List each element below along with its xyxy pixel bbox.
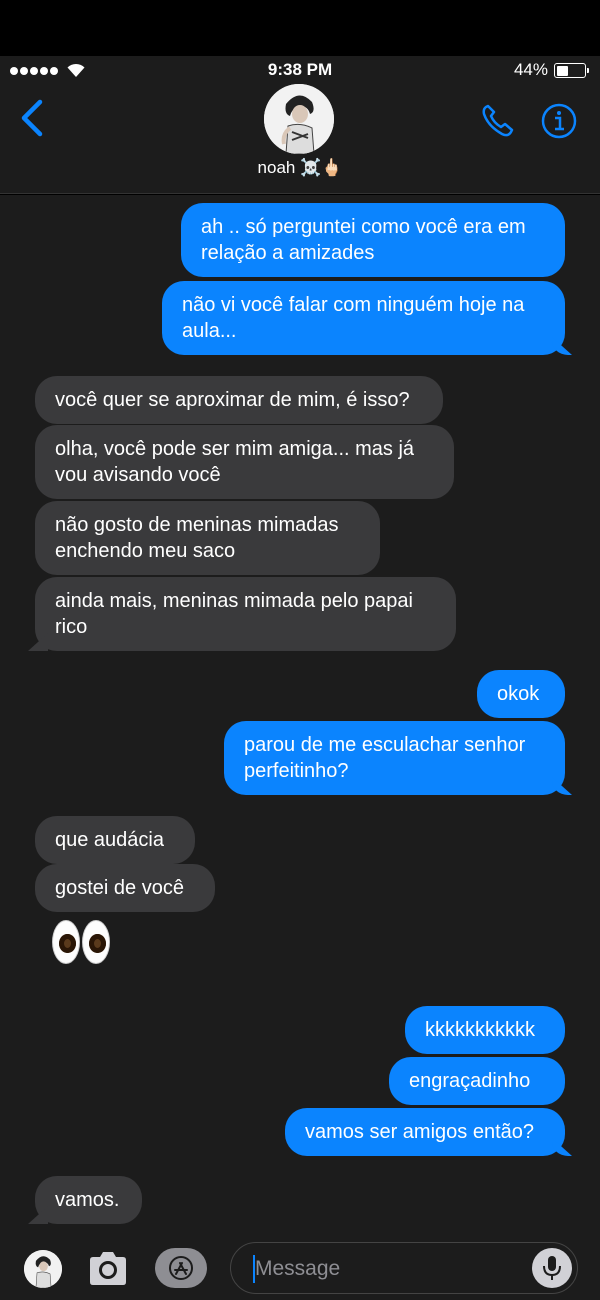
message-text: rico [55, 616, 88, 638]
message-text: enchendo meu saco [55, 540, 236, 562]
message-text: kkkkkkkkkkk [425, 1019, 535, 1041]
composer-bar [0, 1230, 600, 1300]
message-text: ainda mais, meninas mimada pelo papai [55, 590, 413, 612]
message-bubble-incoming[interactable]: gostei de você [35, 864, 215, 912]
contact-avatar[interactable] [264, 84, 334, 154]
message-text: ah .. só perguntei como você era em [201, 216, 526, 238]
message-text: aula... [182, 320, 237, 342]
message-text: parou de me esculachar senhor [244, 734, 526, 756]
battery-icon [554, 63, 589, 78]
contact-photo [264, 84, 334, 154]
message-thread: ah .. só perguntei como você era em rela… [0, 195, 600, 1230]
message-bubble-outgoing[interactable]: ah .. só perguntei como você era em rela… [181, 203, 565, 277]
message-bubble-outgoing[interactable]: kkkkkkkkkkk [405, 1006, 565, 1054]
status-bar: 9:38 PM 44% [0, 56, 600, 84]
camera-icon[interactable] [86, 1248, 130, 1288]
message-text: engraçadinho [409, 1070, 531, 1092]
message-bubble-outgoing[interactable]: okok [477, 670, 565, 718]
message-text: não vi você falar com ninguém hoje na [182, 294, 525, 316]
message-bubble-outgoing[interactable]: não vi você falar com ninguém hoje na au… [162, 281, 565, 355]
message-bubble-incoming[interactable]: vamos. [35, 1176, 142, 1224]
eye-icon [82, 920, 110, 964]
message-bubble-incoming[interactable]: você quer se aproximar de mim, é isso? [35, 376, 443, 424]
chevron-left-icon[interactable] [18, 98, 48, 138]
message-text: vou avisando você [55, 464, 221, 486]
battery-level-fill [556, 65, 568, 76]
message-text: relação a amizades [201, 242, 375, 264]
app-store-glyph [169, 1256, 193, 1280]
message-bubble-incoming[interactable]: olha, você pode ser mim amiga... mas já … [35, 425, 454, 499]
mic-glyph [543, 1256, 561, 1280]
avatar-image [24, 1250, 62, 1288]
phone-icon[interactable] [478, 102, 516, 140]
message-bubble-incoming[interactable]: não gosto de meninas mimadas enchendo me… [35, 501, 380, 575]
contact-name[interactable]: noah ☠️🖕🏻 [0, 158, 600, 178]
top-black-bar [0, 0, 600, 56]
message-text: okok [497, 683, 540, 705]
message-text: você quer se aproximar de mim, é isso? [55, 389, 410, 411]
message-bubble-outgoing[interactable]: engraçadinho [389, 1057, 565, 1105]
info-icon[interactable] [540, 102, 578, 140]
message-bubble-incoming[interactable]: que audácia [35, 816, 195, 864]
message-text: vamos. [55, 1189, 120, 1211]
eyes-emoji-message[interactable] [52, 920, 110, 964]
status-time: 9:38 PM [267, 60, 333, 79]
eye-icon [52, 920, 80, 964]
message-text: gostei de você [55, 877, 184, 899]
message-text: que audácia [55, 829, 164, 851]
message-text: não gosto de meninas mimadas [55, 514, 339, 536]
memoji-avatar-button[interactable] [24, 1250, 62, 1288]
conversation-header: noah ☠️🖕🏻 [0, 84, 600, 194]
app-store-icon[interactable] [155, 1248, 207, 1288]
message-input[interactable] [255, 1255, 525, 1283]
message-field[interactable] [230, 1242, 578, 1294]
message-text: vamos ser amigos então? [305, 1121, 535, 1143]
message-bubble-outgoing[interactable]: vamos ser amigos então? [285, 1108, 565, 1156]
message-text: olha, você pode ser mim amiga... mas já [55, 438, 415, 460]
message-text: perfeitinho? [244, 760, 349, 782]
message-bubble-incoming[interactable]: ainda mais, meninas mimada pelo papai ri… [35, 577, 456, 651]
battery-percent: 44% [513, 60, 548, 79]
microphone-icon[interactable] [532, 1248, 572, 1288]
message-bubble-outgoing[interactable]: parou de me esculachar senhor perfeitinh… [224, 721, 565, 795]
